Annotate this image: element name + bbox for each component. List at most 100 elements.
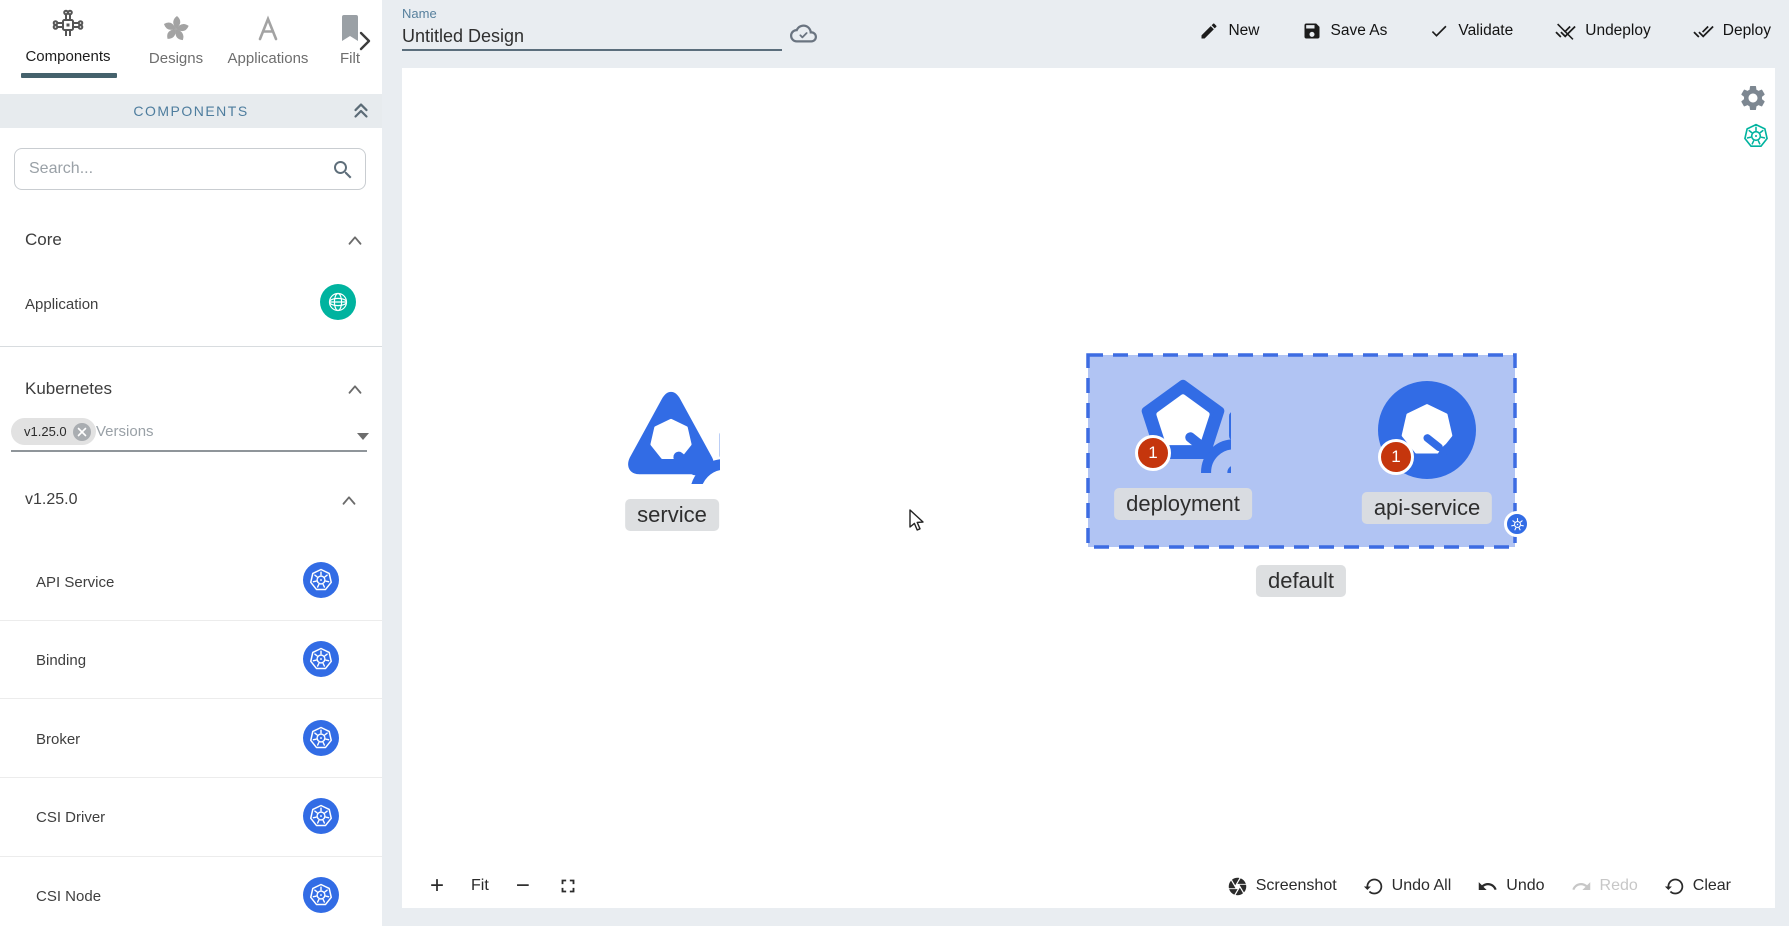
kubernetes-icon[interactable]	[303, 562, 339, 598]
design-name-label: Name	[402, 6, 437, 21]
row-divider	[0, 620, 382, 621]
tab-designs[interactable]: Designs	[136, 14, 216, 68]
fullscreen-button[interactable]	[557, 875, 579, 897]
clear-button[interactable]: Clear	[1664, 876, 1731, 897]
zoom-out-button[interactable]: −	[516, 874, 530, 898]
restore-icon	[1363, 876, 1384, 897]
kubernetes-icon[interactable]	[303, 720, 339, 756]
canvas-zoom-toolbar: + Fit −	[430, 864, 579, 908]
design-workspace: Name New Save As Validate Undeploy Depl	[382, 0, 1789, 926]
active-tab-indicator	[21, 73, 117, 78]
design-name-input[interactable]	[402, 24, 780, 48]
kubernetes-icon[interactable]	[303, 641, 339, 677]
deploy-button-label: Deploy	[1723, 22, 1771, 40]
group-default-label[interactable]: default	[1256, 565, 1346, 597]
group-kubernetes-marker-icon[interactable]	[1504, 511, 1530, 537]
save-as-button-label: Save As	[1331, 22, 1388, 40]
kubernetes-icon[interactable]	[303, 877, 339, 913]
versions-select-underline	[11, 450, 367, 452]
version-chip-label: v1.25.0	[24, 424, 67, 439]
redo-button-label: Redo	[1600, 877, 1638, 895]
sidebar-tabbar: Components Designs	[0, 0, 382, 94]
gear-icon[interactable]	[1738, 83, 1768, 113]
chip-network-icon	[51, 8, 85, 42]
design-actions-toolbar: New Save As Validate Undeploy Deploy	[1199, 0, 1771, 62]
versions-select-placeholder[interactable]: Versions	[96, 423, 154, 440]
redo-button[interactable]: Redo	[1571, 876, 1638, 897]
component-search	[14, 148, 366, 190]
deploy-button[interactable]: Deploy	[1693, 21, 1771, 42]
kubernetes-icon[interactable]	[1743, 123, 1769, 149]
component-label: CSI Driver	[36, 809, 105, 826]
undo-button[interactable]: Undo	[1477, 876, 1544, 897]
section-kubernetes-collapse-icon[interactable]	[344, 379, 366, 401]
new-button-label: New	[1228, 22, 1259, 40]
floppy-icon	[1302, 21, 1322, 41]
section-kubernetes-title: Kubernetes	[25, 379, 112, 399]
spiral-icon	[161, 14, 191, 44]
stylized-a-icon	[253, 14, 283, 44]
check-icon	[1429, 21, 1449, 41]
row-divider	[0, 777, 382, 778]
node-deployment-label[interactable]: deployment	[1114, 488, 1252, 520]
mesh-globe-icon[interactable]	[320, 284, 356, 320]
component-application-label: Application	[25, 296, 98, 313]
node-deployment-badge[interactable]: 1	[1135, 435, 1171, 471]
component-label: Binding	[36, 652, 86, 669]
node-api-service-badge[interactable]: 1	[1378, 439, 1414, 475]
components-panel-header: COMPONENTS	[0, 94, 382, 128]
tab-designs-label: Designs	[149, 50, 203, 67]
new-button[interactable]: New	[1199, 21, 1259, 41]
collapse-panel-icon[interactable]	[350, 100, 372, 122]
component-label: CSI Node	[36, 888, 101, 905]
tab-components[interactable]: Components	[8, 8, 128, 66]
section-divider	[0, 346, 382, 347]
tab-applications[interactable]: Applications	[218, 14, 318, 68]
clear-button-label: Clear	[1693, 877, 1731, 895]
components-panel-title: COMPONENTS	[133, 103, 248, 119]
tabs-scroll-right-icon[interactable]	[357, 30, 373, 52]
mouse-cursor	[908, 509, 930, 533]
zoom-in-button[interactable]: +	[430, 874, 444, 898]
versions-dropdown-caret-icon[interactable]	[357, 433, 369, 441]
undeploy-button[interactable]: Undeploy	[1555, 21, 1651, 42]
kubernetes-icon[interactable]	[303, 798, 339, 834]
tab-components-label: Components	[25, 48, 110, 65]
section-core-title: Core	[25, 230, 62, 250]
screenshot-button-label: Screenshot	[1256, 877, 1337, 895]
section-version-collapse-icon[interactable]	[338, 490, 360, 512]
undo-all-button[interactable]: Undo All	[1363, 876, 1452, 897]
canvas-history-toolbar: Screenshot Undo All Undo Redo Clear	[1227, 864, 1731, 908]
tab-filters-label: Filt	[340, 50, 360, 67]
design-canvas[interactable]: service 1 deployment 1	[402, 68, 1775, 908]
search-icon[interactable]	[331, 158, 355, 182]
search-input[interactable]	[29, 149, 329, 189]
undeploy-button-label: Undeploy	[1585, 22, 1651, 40]
version-chip[interactable]: v1.25.0	[11, 418, 96, 445]
node-api-service-label[interactable]: api-service	[1362, 492, 1492, 524]
node-service[interactable]	[622, 386, 720, 484]
fit-view-button[interactable]: Fit	[471, 878, 489, 894]
cloud-check-icon	[790, 20, 817, 47]
row-divider	[0, 856, 382, 857]
camera-shutter-icon	[1227, 876, 1248, 897]
tab-applications-label: Applications	[228, 50, 309, 67]
component-sidebar: Components Designs	[0, 0, 382, 926]
validate-button[interactable]: Validate	[1429, 21, 1513, 41]
section-version-title: v1.25.0	[25, 491, 77, 509]
node-service-label[interactable]: service	[625, 499, 719, 531]
screenshot-button[interactable]: Screenshot	[1227, 876, 1337, 897]
fullscreen-icon	[557, 875, 579, 897]
redo-arrow-icon	[1571, 876, 1592, 897]
design-name-underline	[402, 49, 782, 51]
undo-all-button-label: Undo All	[1392, 877, 1452, 895]
save-as-button[interactable]: Save As	[1302, 21, 1388, 41]
undo-button-label: Undo	[1506, 877, 1544, 895]
section-core-collapse-icon[interactable]	[344, 230, 366, 252]
remove-version-icon[interactable]	[73, 423, 91, 441]
validate-button-label: Validate	[1458, 22, 1513, 40]
component-label: Broker	[36, 731, 80, 748]
pencil-icon	[1199, 21, 1219, 41]
component-label: API Service	[36, 574, 114, 591]
row-divider	[0, 698, 382, 699]
